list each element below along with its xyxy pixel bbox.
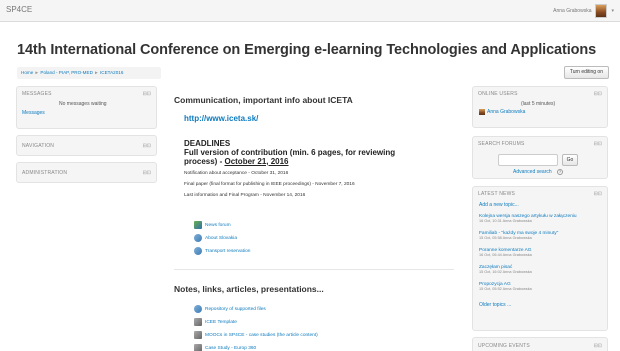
news-item[interactable]: Poranne komentarze AG 16 Oct, 06:44 Anna…	[479, 248, 599, 257]
block-control-icon[interactable]: ⊟⊡	[143, 143, 151, 149]
site-brand[interactable]: SP4CE	[6, 5, 32, 14]
folder-icon	[194, 305, 202, 313]
navigation-block-title: NAVIGATION	[22, 143, 55, 149]
online-users-subtitle: (last 5 minutes)	[521, 101, 556, 107]
page-title: 14th International Conference on Emergin…	[17, 42, 597, 58]
news-item[interactable]: Propozycja AG 15 Oct, 05:52 Anna Grabows…	[479, 282, 599, 291]
search-forums-title: SEARCH FORUMS	[478, 141, 525, 147]
block-control-icon[interactable]: ⊟⊡	[594, 343, 602, 349]
news-meta: 16 Oct, 06:44 Anna Grabowska	[479, 253, 532, 257]
resource-label[interactable]: Repository of supported files	[205, 307, 266, 312]
resource-item[interactable]: ICEE Template	[194, 318, 237, 326]
deadlines-heading: DEADLINES	[184, 139, 231, 148]
deadline-line: Notification about acceptance - October …	[184, 171, 289, 176]
latest-news-title: LATEST NEWS	[478, 191, 516, 197]
full-version-date: October 21, 2016	[224, 156, 289, 166]
online-users-block: ONLINE USERS ⊟⊡ (last 5 minutes) Anna Gr…	[472, 86, 608, 128]
deadline-line: Final paper (final format for publishing…	[184, 182, 355, 187]
news-item[interactable]: Familiab - "każdy ma swoje 4 minuty" 15 …	[479, 231, 599, 240]
resource-item[interactable]: Repository of supported files	[194, 305, 266, 313]
block-control-icon[interactable]: ⊟⊡	[143, 170, 151, 176]
avatar[interactable]	[595, 4, 608, 18]
administration-block: ADMINISTRATION ⊟⊡	[16, 162, 157, 183]
resource-label[interactable]: Transport reservation	[205, 249, 250, 254]
resource-label[interactable]: Case Study - Europ 360	[205, 346, 256, 351]
resource-item[interactable]: About Slovakia	[194, 234, 237, 242]
block-control-icon[interactable]: ⊟⊡	[594, 91, 602, 97]
full-version-deadline: Full version of contribution (min. 6 pag…	[184, 148, 414, 166]
file-icon	[194, 318, 202, 326]
upcoming-events-block: UPCOMING EVENTS ⊟⊡	[472, 337, 608, 351]
resource-item[interactable]: Transport reservation	[194, 247, 250, 255]
breadcrumb-separator: ►	[94, 70, 99, 75]
breadcrumb-course[interactable]: ICETA2016	[100, 70, 123, 75]
section-divider	[174, 269, 454, 270]
breadcrumb-separator: ►	[34, 70, 40, 75]
breadcrumb-home[interactable]: Home	[21, 70, 33, 75]
top-navbar: SP4CE Anna Grabowska ▾	[0, 0, 620, 22]
messages-empty-text: No messages waiting	[59, 101, 107, 107]
older-topics-link[interactable]: Older topics ...	[479, 302, 511, 308]
news-meta: 15 Oct, 05:52 Anna Grabowska	[479, 287, 532, 291]
block-control-icon[interactable]: ⊟⊡	[594, 141, 602, 147]
go-button[interactable]: Go	[562, 154, 578, 166]
block-control-icon[interactable]: ⊟⊡	[143, 91, 151, 97]
block-control-icon[interactable]: ⊟⊡	[594, 191, 602, 197]
avatar	[479, 109, 485, 115]
resource-label[interactable]: News forum	[205, 223, 231, 228]
search-input[interactable]	[498, 154, 558, 166]
news-meta: 15 Oct, 16:02 Anna Grabowska	[479, 270, 532, 274]
forum-icon	[194, 221, 202, 229]
news-item[interactable]: Kolejna wersja naszego artykułu w załącz…	[479, 214, 599, 223]
administration-block-title: ADMINISTRATION	[22, 170, 68, 176]
resource-label[interactable]: MOOCs in SP4CE - case studies (the artic…	[205, 333, 318, 338]
add-topic-link[interactable]: Add a new topic...	[479, 202, 519, 208]
advanced-search-link[interactable]: Advanced search	[513, 169, 552, 175]
resource-item[interactable]: MOOCs in SP4CE - case studies (the artic…	[194, 331, 318, 339]
file-icon	[194, 344, 202, 351]
file-icon	[194, 331, 202, 339]
news-meta: 16 Oct, 10:31 Anna Grabowska	[479, 219, 532, 223]
section-title: Notes, links, articles, presentations...	[174, 284, 324, 294]
resource-label[interactable]: About Slovakia	[205, 236, 237, 241]
user-name[interactable]: Anna Grabowska	[553, 8, 591, 14]
online-users-title: ONLINE USERS	[478, 91, 518, 97]
page-icon	[194, 247, 202, 255]
resource-item[interactable]: Case Study - Europ 360	[194, 344, 256, 351]
full-version-text: Full version of contribution (min. 6 pag…	[184, 148, 396, 166]
latest-news-block: LATEST NEWS ⊟⊡ Add a new topic... Kolejn…	[472, 186, 608, 331]
search-forums-block: SEARCH FORUMS ⊟⊡ Go Advanced search ?	[472, 136, 608, 179]
help-icon[interactable]: ?	[557, 169, 563, 175]
news-meta: 15 Oct, 05:58 Anna Grabowska	[479, 236, 532, 240]
chevron-down-icon[interactable]: ▾	[611, 8, 614, 14]
online-user-link[interactable]: Anna Grabowska	[487, 109, 525, 115]
iceta-url-link[interactable]: http://www.iceta.sk/	[184, 114, 258, 123]
breadcrumb-category[interactable]: Poland - PIAP, PRO-MED	[40, 70, 93, 75]
turn-editing-button[interactable]: Turn editing on	[563, 66, 609, 79]
news-item[interactable]: Zaczęłam pisać 15 Oct, 16:02 Anna Grabow…	[479, 265, 599, 274]
resource-item[interactable]: News forum	[194, 221, 231, 229]
breadcrumb: Home ► Poland - PIAP, PRO-MED ► ICETA201…	[17, 67, 161, 79]
resource-label[interactable]: ICEE Template	[205, 320, 237, 325]
messages-block: MESSAGES ⊟⊡ No messages waiting Messages	[16, 86, 157, 129]
navigation-block: NAVIGATION ⊟⊡	[16, 135, 157, 156]
messages-link[interactable]: Messages	[22, 110, 45, 116]
messages-block-title: MESSAGES	[22, 91, 52, 97]
page-icon	[194, 234, 202, 242]
section-title: Communication, important info about ICET…	[174, 95, 353, 105]
user-menu[interactable]: Anna Grabowska ▾	[553, 3, 614, 19]
deadline-line: Last information and Final Program - Nov…	[184, 193, 306, 198]
course-content: Communication, important info about ICET…	[164, 84, 464, 351]
upcoming-events-title: UPCOMING EVENTS	[478, 343, 530, 349]
